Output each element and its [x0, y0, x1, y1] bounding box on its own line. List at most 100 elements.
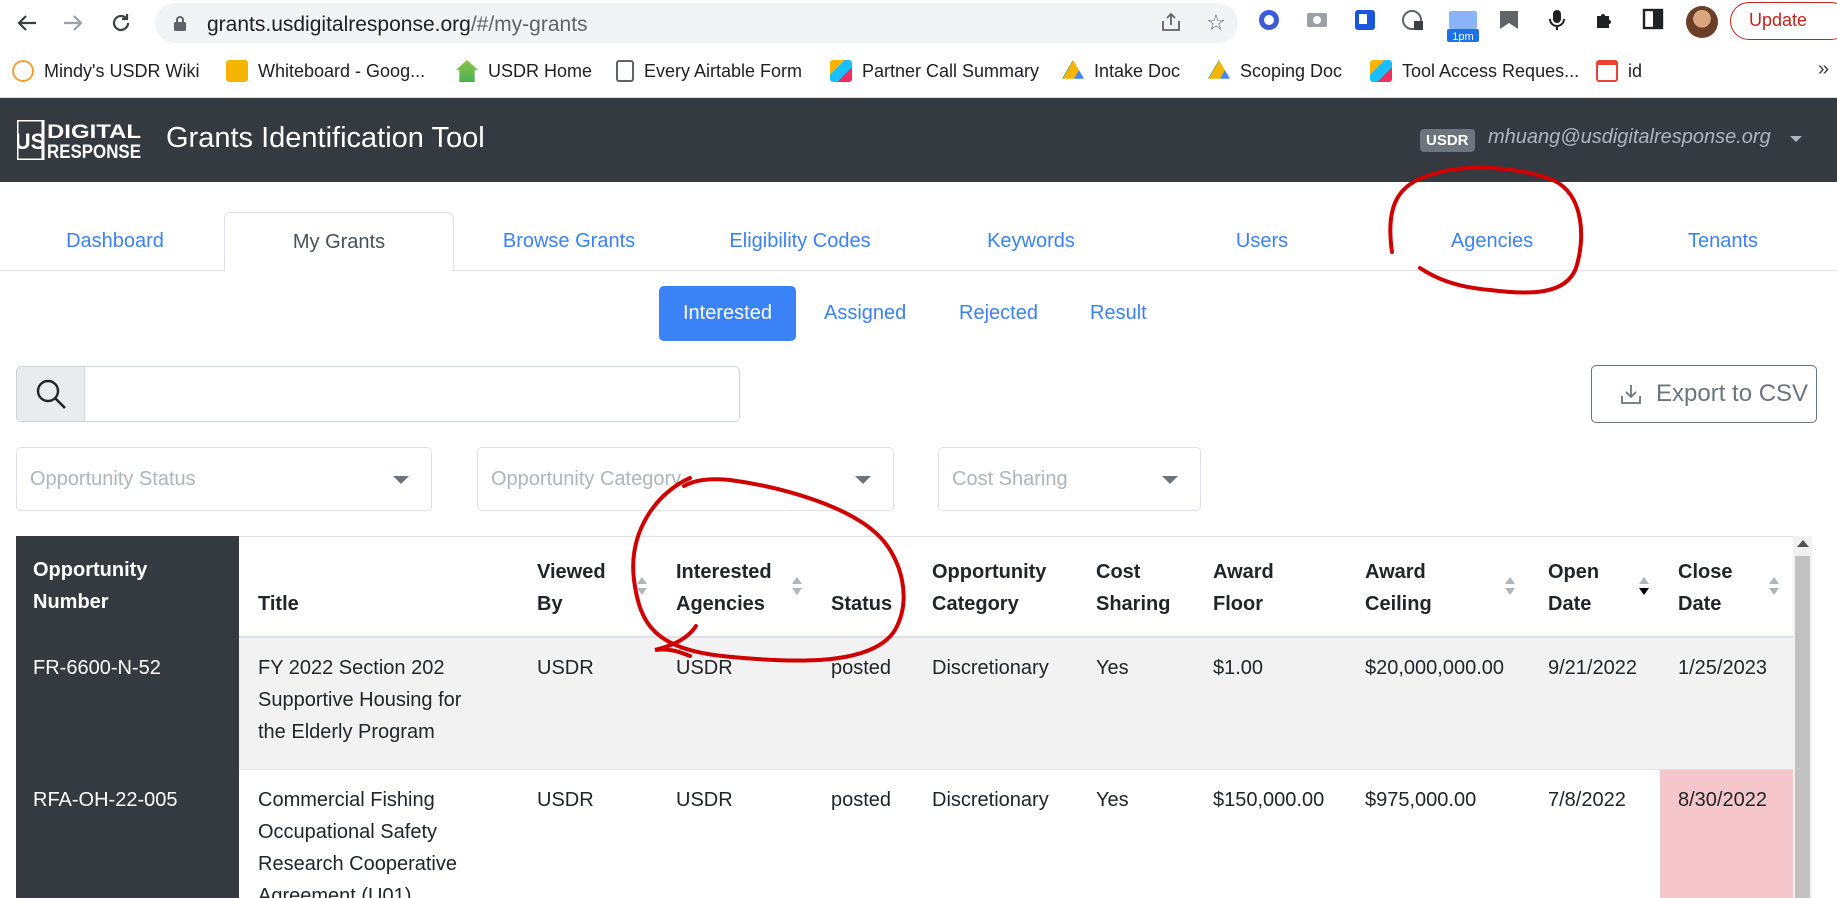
- export-csv-button[interactable]: Export to CSV: [1591, 365, 1817, 423]
- bookmark-item[interactable]: USDR Home: [456, 58, 592, 84]
- header-cost-sharing[interactable]: Cost Sharing: [1096, 556, 1170, 620]
- calendar-icon[interactable]: 1pm: [1445, 8, 1481, 43]
- cell-open-date: 7/8/2022: [1548, 789, 1626, 811]
- scroll-up-arrow-icon[interactable]: [1797, 540, 1809, 547]
- cell-award-floor: $1.00: [1213, 657, 1264, 679]
- clipboard-icon: [616, 60, 634, 82]
- tab-browse-grants[interactable]: Browse Grants: [454, 212, 684, 271]
- search-input[interactable]: [84, 366, 740, 422]
- star-icon[interactable]: ☆: [1204, 11, 1228, 35]
- header-award-ceiling[interactable]: Award Ceiling: [1365, 556, 1432, 620]
- header-close-date[interactable]: Close Date: [1678, 556, 1732, 620]
- puzzle-extensions-icon[interactable]: [1591, 8, 1619, 36]
- cell-award-ceiling: $975,000.00: [1365, 789, 1477, 811]
- bookmark-item[interactable]: Tool Access Reques...: [1370, 58, 1579, 84]
- address-bar[interactable]: grants.usdigitalresponse.org/#/my-grants…: [155, 3, 1238, 43]
- cell-interested-agencies: USDR: [676, 657, 733, 679]
- compass-icon: [12, 60, 34, 82]
- cell-viewed-by: USDR: [537, 657, 594, 679]
- cost-sharing-select[interactable]: Cost Sharing: [938, 447, 1201, 511]
- header-status[interactable]: Status: [831, 588, 892, 620]
- sort-icon[interactable]: [791, 575, 803, 597]
- chevron-down-icon[interactable]: [1790, 136, 1802, 142]
- scrollbar-thumb[interactable]: [1795, 556, 1810, 898]
- bookmark-item[interactable]: id: [1596, 58, 1642, 84]
- opportunity-status-select[interactable]: Opportunity Status: [16, 447, 432, 511]
- bookmark-item[interactable]: Mindy's USDR Wiki: [12, 58, 199, 84]
- table-header: Opportunity Number Title Viewed By Intere…: [16, 536, 1793, 638]
- bookmarks-overflow-icon[interactable]: »: [1818, 58, 1829, 81]
- google-drive-icon: [1062, 60, 1084, 79]
- header-viewed-by[interactable]: Viewed By: [537, 556, 606, 620]
- forward-arrow-icon[interactable]: [58, 8, 88, 38]
- extension-lock-icon[interactable]: [1399, 8, 1427, 36]
- sort-icon[interactable]: [636, 575, 648, 597]
- chevron-down-icon: [855, 476, 871, 484]
- bookmark-item[interactable]: Partner Call Summary: [830, 58, 1039, 84]
- sort-icon[interactable]: [1768, 575, 1780, 597]
- header-opportunity-number[interactable]: Opportunity Number: [16, 536, 239, 638]
- download-icon: [1621, 385, 1641, 404]
- tab-keywords[interactable]: Keywords: [916, 212, 1146, 271]
- cell-title[interactable]: Commercial Fishing Occupational Safety R…: [258, 784, 457, 898]
- microphone-icon[interactable]: [1543, 8, 1571, 36]
- side-panel-icon[interactable]: [1639, 8, 1667, 36]
- browser-toolbar: grants.usdigitalresponse.org/#/my-grants…: [0, 0, 1837, 46]
- search-button[interactable]: [16, 366, 85, 422]
- tab-tenants[interactable]: Tenants: [1608, 212, 1837, 271]
- select-placeholder: Cost Sharing: [952, 468, 1068, 490]
- house-icon: [456, 60, 478, 82]
- cell-category: Discretionary: [932, 657, 1049, 679]
- subtab-result[interactable]: Result: [1066, 286, 1171, 341]
- camera-icon[interactable]: [1303, 8, 1331, 36]
- tab-eligibility-codes[interactable]: Eligibility Codes: [685, 212, 915, 271]
- user-menu[interactable]: mhuang@usdigitalresponse.org: [1488, 126, 1771, 149]
- cell-award-floor: $150,000.00: [1213, 789, 1325, 811]
- bookmark-item[interactable]: Scoping Doc: [1208, 58, 1342, 84]
- tab-agencies[interactable]: Agencies: [1377, 212, 1607, 271]
- grants-table: Opportunity Number Title Viewed By Intere…: [16, 536, 1793, 898]
- subtab-rejected[interactable]: Rejected: [935, 286, 1062, 341]
- header-opportunity-category[interactable]: Opportunity Category: [932, 556, 1046, 620]
- bookmark-item[interactable]: Whiteboard - Goog...: [226, 58, 425, 84]
- cell-award-ceiling: $20,000,000.00: [1365, 657, 1505, 679]
- table-row[interactable]: FR-6600-N-52 FY 2022 Section 202 Support…: [16, 638, 1793, 770]
- subtab-assigned[interactable]: Assigned: [800, 286, 930, 341]
- profile-avatar[interactable]: [1686, 6, 1718, 38]
- export-label: Export to CSV: [1656, 380, 1809, 407]
- header-open-date[interactable]: Open Date: [1548, 556, 1599, 620]
- share-icon[interactable]: [1159, 11, 1183, 35]
- svg-text:RESPONSE: RESPONSE: [47, 142, 141, 160]
- cell-status: posted: [831, 657, 892, 679]
- header-title[interactable]: Title: [258, 588, 299, 620]
- extension-circle-icon[interactable]: [1255, 8, 1283, 36]
- tab-dashboard[interactable]: Dashboard: [0, 212, 230, 271]
- bookmark-item[interactable]: Every Airtable Form: [616, 58, 802, 84]
- table-row[interactable]: RFA-OH-22-005 Commercial Fishing Occupat…: [16, 770, 1793, 898]
- back-arrow-icon[interactable]: [12, 8, 42, 38]
- extension-badge-icon[interactable]: [1351, 8, 1379, 36]
- reload-icon[interactable]: [106, 8, 136, 38]
- bookmark-flag-icon[interactable]: [1495, 8, 1523, 36]
- app-header: US DIGITAL RESPONSE Grants Identificatio…: [0, 98, 1837, 182]
- header-interested-agencies[interactable]: Interested Agencies: [676, 556, 772, 620]
- tab-users[interactable]: Users: [1147, 212, 1377, 271]
- cell-category: Discretionary: [932, 789, 1049, 811]
- header-award-floor[interactable]: Award Floor: [1213, 556, 1274, 620]
- chevron-down-icon: [1162, 476, 1178, 484]
- subtab-interested[interactable]: Interested: [659, 286, 796, 341]
- sort-icon[interactable]: [1504, 575, 1516, 597]
- cell-cost-sharing: Yes: [1096, 789, 1129, 811]
- bookmark-item[interactable]: Intake Doc: [1062, 58, 1180, 84]
- cell-title[interactable]: FY 2022 Section 202 Supportive Housing f…: [258, 652, 461, 748]
- opportunity-category-select[interactable]: Opportunity Category: [477, 447, 894, 511]
- cell-opportunity-number: RFA-OH-22-005: [16, 770, 239, 898]
- usdr-logo[interactable]: US DIGITAL RESPONSE: [17, 120, 143, 160]
- cell-close-date: 8/30/2022: [1678, 789, 1767, 811]
- airtable-icon: [1370, 60, 1392, 82]
- sort-desc-icon[interactable]: [1638, 575, 1650, 597]
- bookmarks-bar: Mindy's USDR Wiki Whiteboard - Goog... U…: [0, 46, 1837, 98]
- tab-my-grants[interactable]: My Grants: [224, 212, 454, 272]
- update-button[interactable]: Update: [1730, 2, 1837, 40]
- cell-status: posted: [831, 789, 892, 811]
